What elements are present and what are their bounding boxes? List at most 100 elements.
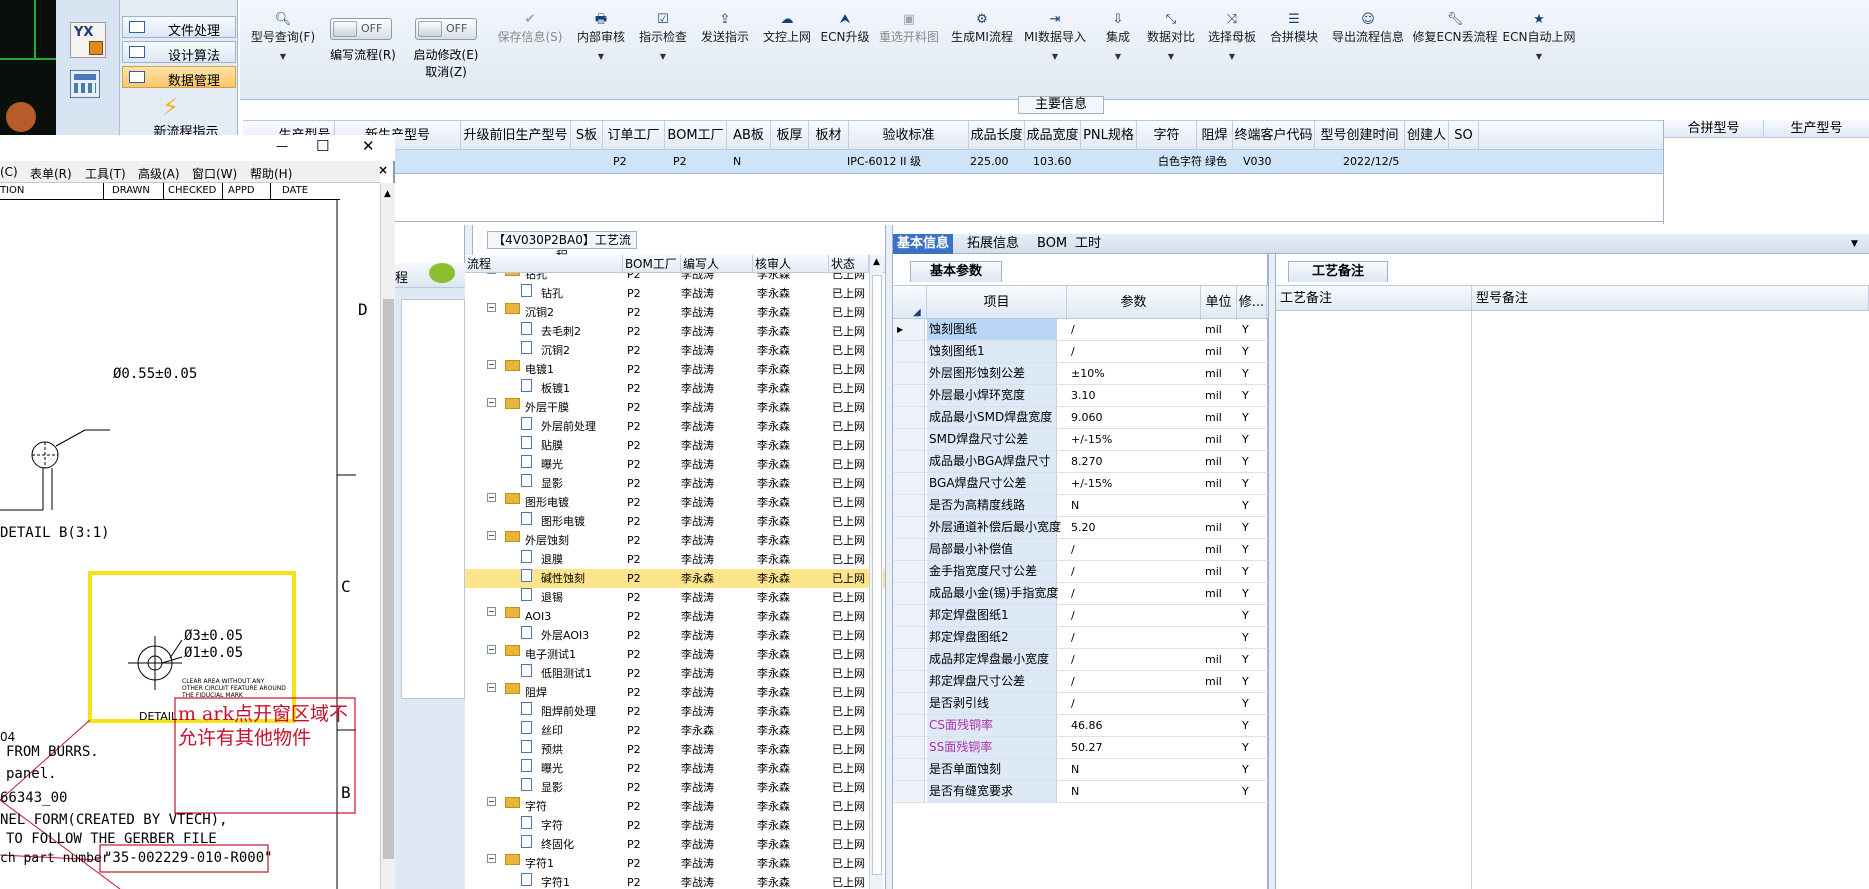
col-creator[interactable]: 创建人 [1405,121,1449,151]
col-prod-model[interactable]: 生产型号 [1764,120,1869,138]
param-row[interactable]: CS面残铜率 46.86 Y [893,715,1268,737]
tree-row[interactable]: 丝印 P2 李永森 李永森 已上网 [465,721,885,740]
col-bom-factory[interactable]: BOM工厂 [665,121,727,151]
col-thickness[interactable]: 板厚 [771,121,809,151]
col-item[interactable]: 项目 [927,286,1067,320]
tree-row[interactable]: 字符1 P2 李战涛 李永森 已上网 [465,873,885,889]
maximize-button[interactable]: ☐ [316,137,329,155]
tree-row[interactable]: 碱性蚀刻 P2 李永森 李永森 已上网 [465,569,885,588]
minimize-button[interactable]: — [276,139,288,153]
tree-row[interactable]: 曝光 P2 李战涛 李永森 已上网 [465,759,885,778]
merge-module-button[interactable]: ☰ 合拼模块 [1266,12,1322,46]
row-indicator[interactable] [893,737,925,758]
row-indicator[interactable] [893,605,925,626]
menu-help[interactable]: 帮助(H) [250,165,292,182]
col-pnl[interactable]: PNL规格 [1081,121,1137,151]
tree-row[interactable]: − 字符 P2 李战涛 李永森 已上网 [465,797,885,816]
col-process-remark[interactable]: 工艺备注 [1276,286,1472,312]
ecn-upgrade-button[interactable]: ⮝ ECN升级 [820,12,870,46]
row-indicator[interactable] [893,627,925,648]
param-row[interactable]: 金手指宽度尺寸公差 / mil Y [893,561,1268,583]
collapse-toggle-icon[interactable]: − [487,531,496,540]
col-char[interactable]: 字符 [1137,121,1197,151]
row-indicator[interactable] [893,759,925,780]
select-master-button[interactable]: ⤨ 选择母板 ▼ [1203,12,1261,61]
row-indicator[interactable] [893,363,925,384]
tree-row[interactable]: − 字符1 P2 李战涛 李永森 已上网 [465,854,885,873]
col-bom-factory[interactable]: BOM工厂 [623,255,681,273]
col-ab-board[interactable]: AB板 [727,121,771,151]
tree-row[interactable]: 退锡 P2 李战涛 李永森 已上网 [465,588,885,607]
close-doc-icon[interactable]: × [378,163,388,177]
tree-row[interactable]: 显影 P2 李战涛 李永森 已上网 [465,778,885,797]
tree-row[interactable]: 字符 P2 李战涛 李永森 已上网 [465,816,885,835]
collapse-toggle-icon[interactable]: − [487,854,496,863]
col-reviewer[interactable]: 核审人 [753,255,829,273]
col-modify[interactable]: 修... [1237,286,1267,320]
collapse-toggle-icon[interactable]: − [487,683,496,692]
menu-item-file-process[interactable]: 文件处理 [122,16,236,39]
col-material[interactable]: 板材 [809,121,849,151]
tree-row[interactable]: − 沉铜2 P2 李战涛 李永森 已上网 [465,303,885,322]
internal-review-button[interactable]: 🖶︎ 内部审核 ▼ [572,12,630,61]
menu-item-design-algorithm[interactable]: 设计算法 [122,41,236,64]
app-logo-icon[interactable]: YX [70,22,106,58]
tree-row[interactable]: 预烘 P2 李战涛 李永森 已上网 [465,740,885,759]
tree-row[interactable]: − 阻焊 P2 李战涛 李永森 已上网 [465,683,885,702]
file-upload-button[interactable]: ☁ 文控上网 [759,12,815,46]
tree-row[interactable]: 曝光 P2 李战涛 李永森 已上网 [465,455,885,474]
export-process-button[interactable]: ☺ 导出流程信息 [1328,12,1408,46]
col-unit[interactable]: 单位 [1201,286,1237,320]
tree-row[interactable]: 贴膜 P2 李战涛 李永森 已上网 [465,436,885,455]
param-row[interactable]: SS面残铜率 50.27 Y [893,737,1268,759]
fix-ecn-button[interactable]: 🔧︎ 修复ECN丢流程 [1412,12,1498,46]
tab-bom[interactable]: BOM [1033,234,1071,254]
col-status[interactable]: 状态 [829,255,869,273]
param-row[interactable]: 邦定焊盘图纸2 / Y [893,627,1268,649]
tree-row[interactable]: 退膜 P2 李战涛 李永森 已上网 [465,550,885,569]
integrate-button[interactable]: ⇩ 集成 ▼ [1098,12,1138,61]
row-indicator[interactable] [893,715,925,736]
param-row[interactable]: 外层图形蚀刻公差 ±10% mil Y [893,363,1268,385]
tab-basic-info[interactable]: 基本信息 [893,234,954,254]
col-customer[interactable]: 终端客户代码 [1233,121,1315,151]
tree-row[interactable]: 板镀1 P2 李战涛 李永森 已上网 [465,379,885,398]
scroll-thumb[interactable] [872,275,882,875]
tab-extended-info[interactable]: 拓展信息 [963,234,1023,254]
collapse-toggle-icon[interactable]: − [487,607,496,616]
enable-modify-toggle[interactable]: OFF [415,18,477,40]
model-remark-area[interactable] [1475,311,1867,889]
tree-row[interactable]: − 外层干膜 P2 李战涛 李永森 已上网 [465,398,885,417]
row-indicator[interactable] [893,649,925,670]
menu-tools[interactable]: 工具(T) [85,165,126,182]
row-indicator[interactable] [893,451,925,472]
tree-row[interactable]: 阻焊前处理 P2 李战涛 李永森 已上网 [465,702,885,721]
close-button[interactable]: ✕ [362,137,375,155]
collapse-toggle-icon[interactable]: − [487,645,496,654]
menu-advanced[interactable]: 高级(A) [138,165,180,182]
row-indicator[interactable] [893,385,925,406]
row-indicator[interactable] [893,407,925,428]
row-indicator[interactable] [893,539,925,560]
basic-params-tab[interactable]: 基本参数 [910,261,1002,282]
tree-row[interactable]: 低阻测试1 P2 李战涛 李永森 已上网 [465,664,885,683]
tree-row[interactable]: − 电子测试1 P2 李战涛 李永森 已上网 [465,645,885,664]
col-mask[interactable]: 阻焊 [1197,121,1233,151]
param-row[interactable]: 蚀刻图纸1 / mil Y [893,341,1268,363]
param-row[interactable]: 是否剥引线 / Y [893,693,1268,715]
tab-hours[interactable]: 工时 [1071,234,1105,254]
chat-bubble-icon[interactable] [429,263,455,283]
param-row[interactable]: 外层最小焊环宽度 3.10 mil Y [893,385,1268,407]
row-indicator[interactable] [893,671,925,692]
param-row[interactable]: 成品邦定焊盘最小宽度 / mil Y [893,649,1268,671]
collapse-toggle-icon[interactable]: − [487,273,496,274]
col-model-remark[interactable]: 型号备注 [1472,286,1869,312]
save-info-button[interactable]: ✔ 保存信息(S) [492,12,568,46]
row-indicator[interactable] [893,561,925,582]
col-merge-model[interactable]: 合拼型号 [1664,120,1764,138]
col-s-board[interactable]: S板 [571,121,603,151]
chevron-down-icon[interactable]: ▼ [1851,239,1858,249]
collapse-toggle-icon[interactable]: − [487,797,496,806]
tree-row[interactable]: 终固化 P2 李战涛 李永森 已上网 [465,835,885,854]
model-query-button[interactable]: 🔍︎ 型号查询(F) ▼ [248,12,318,61]
